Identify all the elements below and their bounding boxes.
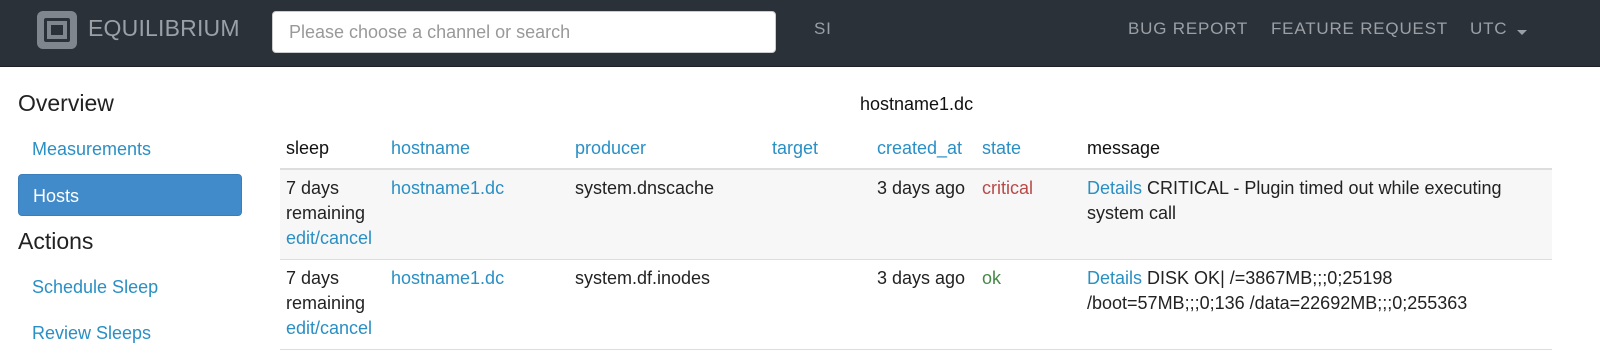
channel-search-input[interactable] — [272, 11, 776, 53]
equilibrium-logo-icon[interactable] — [37, 11, 77, 49]
sleep-remaining: 7 days remaining — [286, 178, 366, 223]
message-text: system call — [1087, 203, 1177, 223]
producer-cell: system.df.inodes — [575, 268, 711, 288]
message-text: DISK OK| /=3867MB;;;0;25198 — [1147, 268, 1393, 288]
hostname-link[interactable]: hostname1.dc — [391, 266, 504, 291]
column-header-message: message — [1087, 138, 1161, 158]
timezone-dropdown[interactable]: UTC — [1470, 19, 1507, 39]
top-navbar: EQUILIBRIUM SI BUG REPORT FEATURE REQUES… — [0, 0, 1600, 67]
message-cell: Details DISK OK| /=3867MB;;;0;25198 /boo… — [1087, 266, 1547, 316]
created-at-cell: 3 days ago — [877, 178, 966, 198]
sidebar-item-review-sleeps[interactable]: Review Sleeps — [18, 312, 242, 354]
column-header-hostname[interactable]: hostname — [391, 138, 470, 159]
sidebar-item-measurements[interactable]: Measurements — [18, 128, 242, 170]
created-at-cell: 3 days ago — [877, 268, 966, 288]
sleep-remaining: 7 days remaining — [286, 268, 366, 313]
message-cell: Details CRITICAL - Plugin timed out whil… — [1087, 176, 1547, 226]
actions-heading: Actions — [18, 228, 94, 254]
column-header-producer[interactable]: producer — [575, 138, 646, 159]
feature-request-link[interactable]: FEATURE REQUEST — [1271, 19, 1448, 39]
column-header-created-at[interactable]: created_at — [877, 138, 962, 159]
details-link[interactable]: Details — [1087, 178, 1142, 198]
column-header-target[interactable]: target — [772, 138, 818, 159]
message-text: CRITICAL - Plugin timed out while execut… — [1147, 178, 1502, 198]
state-badge: ok — [982, 268, 1002, 288]
bug-report-link[interactable]: BUG REPORT — [1128, 19, 1248, 39]
state-badge: critical — [982, 178, 1034, 198]
row-divider — [280, 349, 1552, 350]
table-title: hostname1.dc — [860, 94, 974, 114]
column-header-state[interactable]: state — [982, 138, 1021, 159]
details-link[interactable]: Details — [1087, 268, 1142, 288]
edit-cancel-link[interactable]: edit/cancel — [286, 226, 372, 251]
message-text: /boot=57MB;;;0;136 /data=22692MB;;;0;255… — [1087, 293, 1468, 313]
brand-name[interactable]: EQUILIBRIUM — [88, 15, 240, 42]
sidebar-item-schedule-sleep[interactable]: Schedule Sleep — [18, 266, 242, 308]
hostname-link[interactable]: hostname1.dc — [391, 176, 504, 201]
chevron-down-icon[interactable] — [1517, 30, 1527, 35]
overview-heading: Overview — [18, 90, 114, 116]
si-link[interactable]: SI — [814, 19, 832, 39]
edit-cancel-link[interactable]: edit/cancel — [286, 316, 372, 341]
sidebar-item-hosts[interactable]: Hosts — [18, 174, 242, 216]
column-header-sleep: sleep — [286, 138, 330, 158]
producer-cell: system.dnscache — [575, 178, 715, 198]
